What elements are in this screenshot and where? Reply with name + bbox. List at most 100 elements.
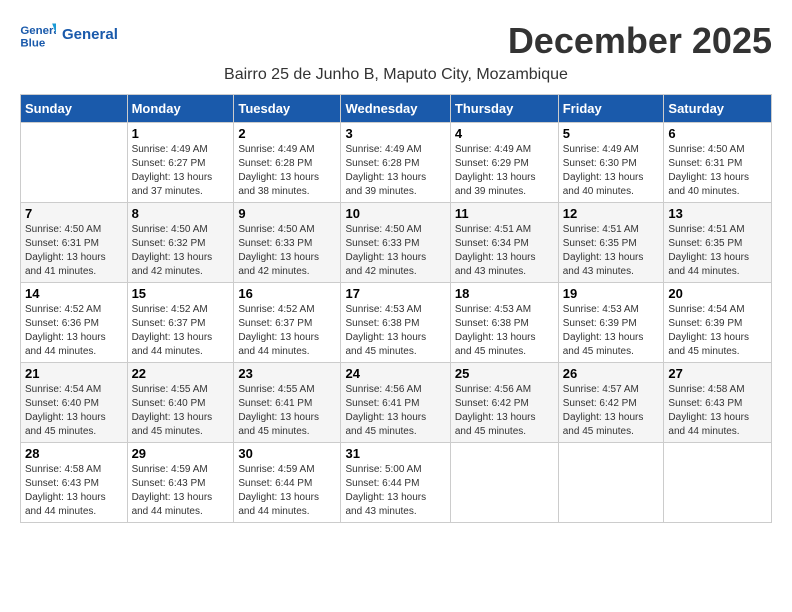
calendar-cell: 23Sunrise: 4:55 AM Sunset: 6:41 PM Dayli… xyxy=(234,363,341,443)
day-number: 21 xyxy=(25,366,123,381)
calendar-cell: 22 Sunrise: 4:55 AM Sunset: 6:40 PM Dayli… xyxy=(127,363,234,443)
day-info: Sunrise: 4:58 AM Sunset: 6:43 PM Dayligh… xyxy=(668,383,767,439)
calendar-cell: 10 Sunrise: 4:50 AM Sunset: 6:33 PM Dayli… xyxy=(341,203,450,283)
calendar-cell: 15Sunrise: 4:52 AM Sunset: 6:37 PM Dayli… xyxy=(127,283,234,363)
day-number: 10 xyxy=(345,206,445,221)
weekday-header-thursday: Thursday xyxy=(450,95,558,123)
day-info: Sunrise: 4:49 AM Sunset: 6:28 PM Dayligh… xyxy=(345,143,445,199)
calendar-cell: 24 Sunrise: 4:56 AM Sunset: 6:41 PM Dayli… xyxy=(341,363,450,443)
day-number: 24 xyxy=(345,366,445,381)
logo: General Blue General xyxy=(20,20,118,50)
day-info: Sunrise: 4:49 AM Sunset: 6:28 PM Dayligh… xyxy=(238,143,336,199)
calendar-cell: 31 Sunrise: 5:00 AM Sunset: 6:44 PM Dayli… xyxy=(341,443,450,523)
week-row-2: 7 Sunrise: 4:50 AM Sunset: 6:31 PM Daylig… xyxy=(21,203,772,283)
day-number: 31 xyxy=(345,446,445,461)
day-number: 29 xyxy=(132,446,230,461)
calendar-cell xyxy=(450,443,558,523)
svg-text:Blue: Blue xyxy=(20,37,45,49)
day-number: 27 xyxy=(668,366,767,381)
day-info: Sunrise: 4:53 AM Sunset: 6:38 PM Dayligh… xyxy=(345,303,445,359)
day-info: Sunrise: 4:54 AM Sunset: 6:40 PM Dayligh… xyxy=(25,383,123,439)
week-row-3: 14 Sunrise: 4:52 AM Sunset: 6:36 PM Dayli… xyxy=(21,283,772,363)
day-info: Sunrise: 4:59 AM Sunset: 6:43 PM Dayligh… xyxy=(132,463,230,519)
day-info: Sunrise: 4:52 AM Sunset: 6:37 PM Dayligh… xyxy=(132,303,230,359)
day-number: 12 xyxy=(563,206,660,221)
calendar-cell: 9 Sunrise: 4:50 AM Sunset: 6:33 PM Daylig… xyxy=(234,203,341,283)
day-info: Sunrise: 4:50 AM Sunset: 6:33 PM Dayligh… xyxy=(238,223,336,279)
calendar-cell: 11Sunrise: 4:51 AM Sunset: 6:34 PM Dayli… xyxy=(450,203,558,283)
calendar-cell: 2 Sunrise: 4:49 AM Sunset: 6:28 PM Daylig… xyxy=(234,123,341,203)
calendar-cell: 25 Sunrise: 4:56 AM Sunset: 6:42 PM Dayli… xyxy=(450,363,558,443)
svg-text:General: General xyxy=(20,25,56,37)
calendar-cell: 12 Sunrise: 4:51 AM Sunset: 6:35 PM Dayli… xyxy=(558,203,664,283)
day-number: 30 xyxy=(238,446,336,461)
calendar-cell: 20Sunrise: 4:54 AM Sunset: 6:39 PM Dayli… xyxy=(664,283,772,363)
weekday-header-sunday: Sunday xyxy=(21,95,128,123)
day-info: Sunrise: 4:49 AM Sunset: 6:27 PM Dayligh… xyxy=(132,143,230,199)
weekday-header-tuesday: Tuesday xyxy=(234,95,341,123)
day-info: Sunrise: 4:51 AM Sunset: 6:35 PM Dayligh… xyxy=(668,223,767,279)
day-number: 14 xyxy=(25,286,123,301)
week-row-5: 28 Sunrise: 4:58 AM Sunset: 6:43 PM Dayli… xyxy=(21,443,772,523)
weekday-header-friday: Friday xyxy=(558,95,664,123)
day-info: Sunrise: 4:53 AM Sunset: 6:39 PM Dayligh… xyxy=(563,303,660,359)
weekday-header-monday: Monday xyxy=(127,95,234,123)
calendar-cell: 1 Sunrise: 4:49 AM Sunset: 6:27 PM Daylig… xyxy=(127,123,234,203)
calendar-cell: 28 Sunrise: 4:58 AM Sunset: 6:43 PM Dayli… xyxy=(21,443,128,523)
calendar-cell: 27 Sunrise: 4:58 AM Sunset: 6:43 PM Dayli… xyxy=(664,363,772,443)
day-info: Sunrise: 5:00 AM Sunset: 6:44 PM Dayligh… xyxy=(345,463,445,519)
day-number: 5 xyxy=(563,126,660,141)
calendar-cell: 19 Sunrise: 4:53 AM Sunset: 6:39 PM Dayli… xyxy=(558,283,664,363)
day-info: Sunrise: 4:49 AM Sunset: 6:29 PM Dayligh… xyxy=(455,143,554,199)
month-title: December 2025 xyxy=(508,20,772,62)
day-number: 25 xyxy=(455,366,554,381)
day-number: 28 xyxy=(25,446,123,461)
day-number: 16 xyxy=(238,286,336,301)
day-info: Sunrise: 4:57 AM Sunset: 6:42 PM Dayligh… xyxy=(563,383,660,439)
day-number: 9 xyxy=(238,206,336,221)
weekday-header-saturday: Saturday xyxy=(664,95,772,123)
calendar-cell: 7 Sunrise: 4:50 AM Sunset: 6:31 PM Daylig… xyxy=(21,203,128,283)
day-number: 4 xyxy=(455,126,554,141)
day-info: Sunrise: 4:51 AM Sunset: 6:34 PM Dayligh… xyxy=(455,223,554,279)
week-row-1: 1 Sunrise: 4:49 AM Sunset: 6:27 PM Daylig… xyxy=(21,123,772,203)
calendar-table: SundayMondayTuesdayWednesdayThursdayFrid… xyxy=(20,94,772,523)
calendar-cell: 4 Sunrise: 4:49 AM Sunset: 6:29 PM Daylig… xyxy=(450,123,558,203)
day-info: Sunrise: 4:50 AM Sunset: 6:31 PM Dayligh… xyxy=(25,223,123,279)
calendar-cell: 17Sunrise: 4:53 AM Sunset: 6:38 PM Dayli… xyxy=(341,283,450,363)
day-number: 3 xyxy=(345,126,445,141)
day-info: Sunrise: 4:56 AM Sunset: 6:42 PM Dayligh… xyxy=(455,383,554,439)
logo-icon: General Blue xyxy=(20,20,56,50)
calendar-cell: 18 Sunrise: 4:53 AM Sunset: 6:38 PM Dayli… xyxy=(450,283,558,363)
day-info: Sunrise: 4:52 AM Sunset: 6:37 PM Dayligh… xyxy=(238,303,336,359)
day-number: 19 xyxy=(563,286,660,301)
calendar-cell: 21 Sunrise: 4:54 AM Sunset: 6:40 PM Dayli… xyxy=(21,363,128,443)
weekday-header-row: SundayMondayTuesdayWednesdayThursdayFrid… xyxy=(21,95,772,123)
day-info: Sunrise: 4:59 AM Sunset: 6:44 PM Dayligh… xyxy=(238,463,336,519)
day-number: 18 xyxy=(455,286,554,301)
day-info: Sunrise: 4:52 AM Sunset: 6:36 PM Dayligh… xyxy=(25,303,123,359)
day-info: Sunrise: 4:51 AM Sunset: 6:35 PM Dayligh… xyxy=(563,223,660,279)
day-info: Sunrise: 4:53 AM Sunset: 6:38 PM Dayligh… xyxy=(455,303,554,359)
day-info: Sunrise: 4:58 AM Sunset: 6:43 PM Dayligh… xyxy=(25,463,123,519)
calendar-cell xyxy=(21,123,128,203)
day-number: 2 xyxy=(238,126,336,141)
calendar-cell xyxy=(558,443,664,523)
day-info: Sunrise: 4:56 AM Sunset: 6:41 PM Dayligh… xyxy=(345,383,445,439)
day-number: 22 xyxy=(132,366,230,381)
day-info: Sunrise: 4:50 AM Sunset: 6:33 PM Dayligh… xyxy=(345,223,445,279)
day-info: Sunrise: 4:50 AM Sunset: 6:32 PM Dayligh… xyxy=(132,223,230,279)
day-number: 1 xyxy=(132,126,230,141)
calendar-cell: 30 Sunrise: 4:59 AM Sunset: 6:44 PM Dayli… xyxy=(234,443,341,523)
calendar-cell: 13Sunrise: 4:51 AM Sunset: 6:35 PM Dayli… xyxy=(664,203,772,283)
weekday-header-wednesday: Wednesday xyxy=(341,95,450,123)
day-info: Sunrise: 4:55 AM Sunset: 6:40 PM Dayligh… xyxy=(132,383,230,439)
day-number: 7 xyxy=(25,206,123,221)
day-number: 8 xyxy=(132,206,230,221)
calendar-cell: 29 Sunrise: 4:59 AM Sunset: 6:43 PM Dayli… xyxy=(127,443,234,523)
calendar-cell: 16 Sunrise: 4:52 AM Sunset: 6:37 PM Dayli… xyxy=(234,283,341,363)
calendar-cell: 14 Sunrise: 4:52 AM Sunset: 6:36 PM Dayli… xyxy=(21,283,128,363)
day-info: Sunrise: 4:49 AM Sunset: 6:30 PM Dayligh… xyxy=(563,143,660,199)
calendar-cell: 5 Sunrise: 4:49 AM Sunset: 6:30 PM Daylig… xyxy=(558,123,664,203)
calendar-cell: 8 Sunrise: 4:50 AM Sunset: 6:32 PM Daylig… xyxy=(127,203,234,283)
